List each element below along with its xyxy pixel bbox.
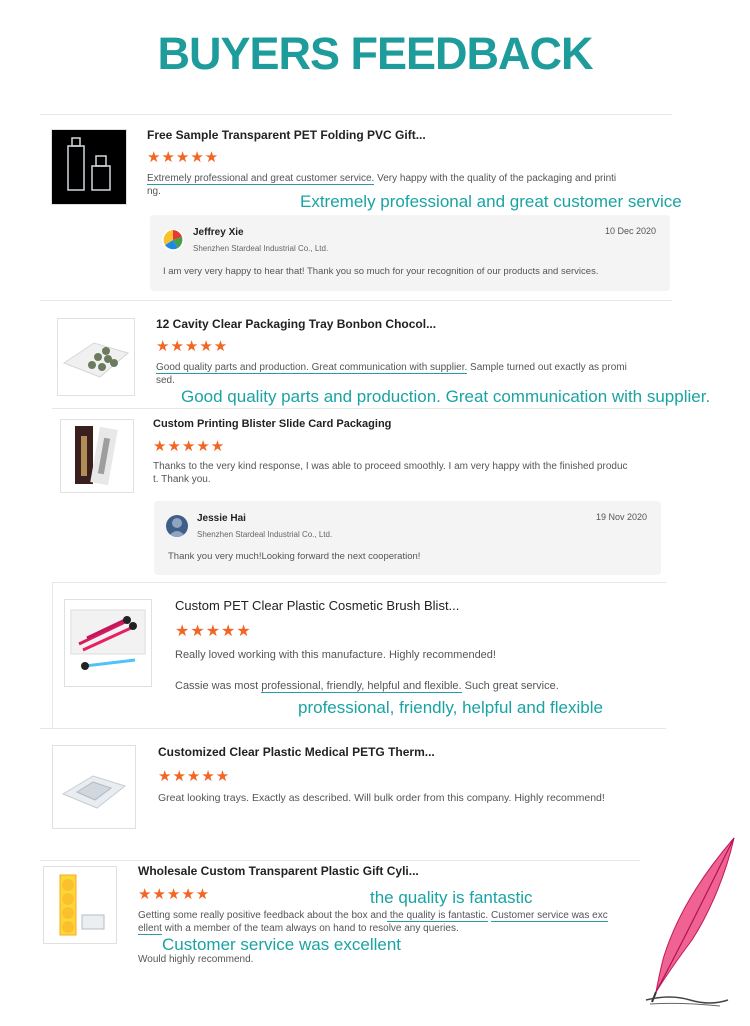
reply-author: Jeffrey Xie <box>193 227 244 238</box>
review-text: Getting some really positive feedback ab… <box>138 910 608 935</box>
product-thumbnail[interactable] <box>51 129 127 205</box>
reply-author: Jessie Hai <box>197 513 246 524</box>
reply-company: Shenzhen Stardeal Industrial Co., Ltd. <box>197 530 333 539</box>
reply-company: Shenzhen Stardeal Industrial Co., Ltd. <box>193 244 329 253</box>
review-text: Really loved working with this manufactu… <box>175 649 496 661</box>
product-title[interactable]: 12 Cavity Clear Packaging Tray Bonbon Ch… <box>156 317 436 331</box>
divider <box>52 582 53 728</box>
page-title: BUYERS FEEDBACK <box>157 28 593 79</box>
star-rating: ★★★★★ <box>147 149 220 166</box>
seller-reply: Jessie Hai Shenzhen Stardeal Industrial … <box>154 501 661 575</box>
blister-card-image <box>75 426 118 486</box>
review-text: Great looking trays. Exactly as describe… <box>158 792 605 804</box>
highlight-callout: Extremely professional and great custome… <box>300 192 682 211</box>
product-thumbnail[interactable] <box>57 318 135 396</box>
tray-image <box>62 342 130 378</box>
brush-set-image <box>70 609 146 670</box>
review-highlight: Good quality parts and production. Great… <box>156 362 468 374</box>
gift-cylinder-image <box>59 874 105 936</box>
review-highlight: Extremely professional and great custome… <box>147 173 375 185</box>
star-rating: ★★★★★ <box>156 338 229 355</box>
reply-message: Thank you very much!Looking forward the … <box>168 551 421 562</box>
review-highlight: the quality is fantastic. <box>387 910 489 922</box>
star-rating: ★★★★★ <box>138 886 211 903</box>
clear-box-image <box>67 137 111 191</box>
avatar <box>166 515 188 537</box>
star-rating: ★★★★★ <box>158 768 231 785</box>
highlight-callout: Customer service was excellent <box>162 935 402 954</box>
divider <box>40 300 672 301</box>
review-highlight: ellent <box>138 923 162 935</box>
product-title[interactable]: Custom Printing Blister Slide Card Packa… <box>153 418 391 430</box>
product-title[interactable]: Wholesale Custom Transparent Plastic Gif… <box>138 864 419 878</box>
product-title[interactable]: Customized Clear Plastic Medical PETG Th… <box>158 745 435 759</box>
review-highlight: Customer service was exc <box>491 910 608 922</box>
star-rating: ★★★★★ <box>175 623 252 640</box>
divider <box>40 728 666 729</box>
product-title[interactable]: Free Sample Transparent PET Folding PVC … <box>147 128 426 142</box>
highlight-callout: the quality is fantastic <box>370 888 533 907</box>
review-highlight: professional, friendly, helpful and flex… <box>261 680 462 693</box>
reply-date: 19 Nov 2020 <box>595 512 647 522</box>
medical-tray-image <box>61 775 127 809</box>
highlight-callout: Good quality parts and production. Great… <box>181 387 711 406</box>
review-text: Cassie was most professional, friendly, … <box>175 680 559 693</box>
review-text: Thanks to the very kind response, I was … <box>153 461 628 485</box>
divider <box>40 114 672 115</box>
divider <box>52 582 666 583</box>
highlight-callout: professional, friendly, helpful and flex… <box>298 698 603 717</box>
star-rating: ★★★★★ <box>153 438 226 455</box>
divider <box>52 408 666 409</box>
product-thumbnail[interactable] <box>52 745 136 829</box>
review-text: Would highly recommend. <box>138 954 254 965</box>
product-thumbnail[interactable] <box>60 419 134 493</box>
company-logo-icon <box>162 229 184 251</box>
reply-date: 10 Dec 2020 <box>604 226 656 236</box>
product-title[interactable]: Custom PET Clear Plastic Cosmetic Brush … <box>175 598 459 613</box>
product-thumbnail[interactable] <box>64 599 152 687</box>
divider <box>40 860 640 861</box>
seller-reply: Jeffrey Xie Shenzhen Stardeal Industrial… <box>150 215 670 291</box>
review-text: Good quality parts and production. Great… <box>156 362 627 386</box>
reply-message: I am very very happy to hear that! Thank… <box>163 266 599 277</box>
quill-pen-icon <box>640 836 740 1008</box>
product-thumbnail[interactable] <box>43 866 117 944</box>
